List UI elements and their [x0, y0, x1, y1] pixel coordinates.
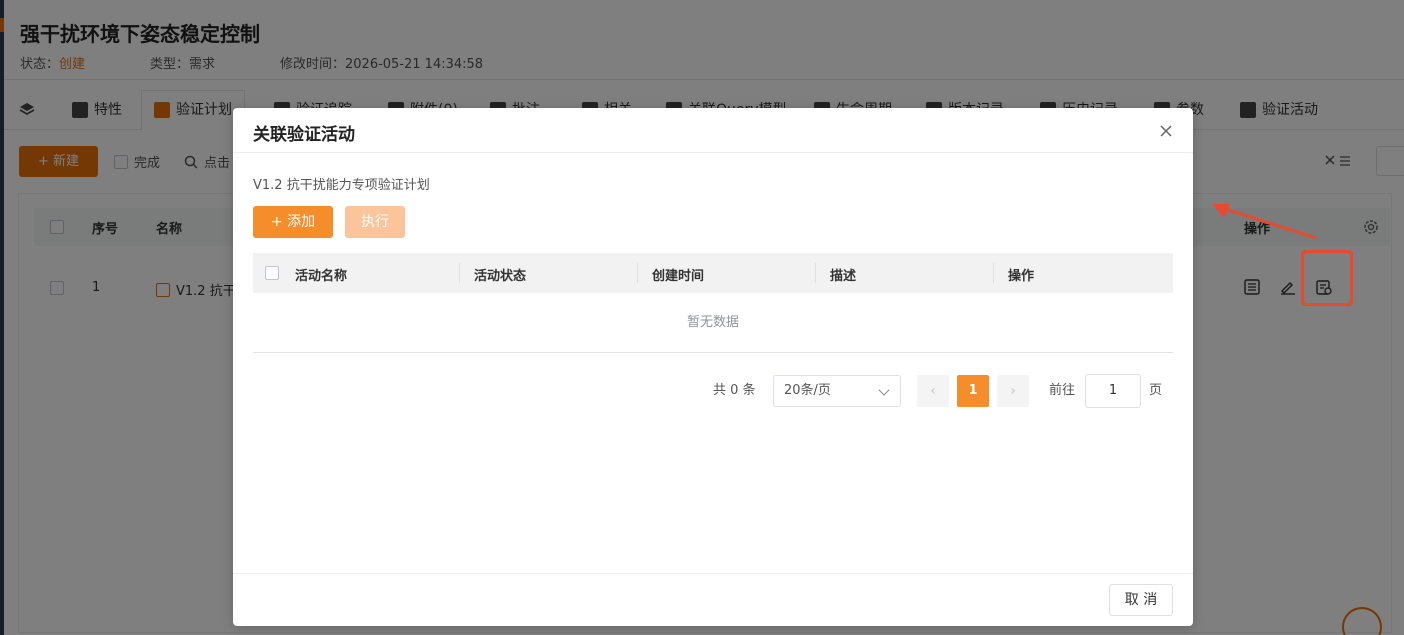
plan-name: V1.2 抗干扰能力专项验证计划 — [253, 178, 430, 193]
activity-table-header: 活动名称 活动状态 创建时间 描述 操作 — [253, 253, 1173, 293]
annotation-arrow-icon — [1212, 204, 1317, 240]
col-activity-name: 活动名称 — [295, 269, 348, 284]
goto-page-input[interactable]: 1 — [1085, 374, 1141, 408]
footer-divider — [233, 573, 1193, 574]
dialog-title: 关联验证活动 — [253, 125, 355, 145]
col-activity-status: 活动状态 — [474, 269, 527, 284]
activity-select-all-checkbox[interactable] — [265, 266, 279, 280]
pager-total: 共 0 条 — [713, 383, 756, 398]
current-page-button[interactable]: 1 — [957, 375, 989, 407]
cancel-button[interactable]: 取 消 — [1109, 584, 1173, 616]
col-operations: 操作 — [1008, 269, 1035, 284]
execute-button[interactable]: 执行 — [345, 206, 405, 238]
next-page-button[interactable]: › — [997, 375, 1029, 407]
page-size-select[interactable]: 20条/页 — [773, 375, 901, 407]
empty-state: 暂无数据 — [253, 293, 1173, 353]
add-button[interactable]: + 添加 — [253, 206, 333, 238]
col-created-time: 创建时间 — [652, 269, 705, 284]
prev-page-button[interactable]: ‹ — [917, 375, 949, 407]
page-unit-label: 页 — [1149, 383, 1163, 398]
close-icon[interactable] — [1159, 124, 1173, 138]
goto-label: 前往 — [1049, 383, 1076, 398]
chevron-down-icon — [878, 384, 890, 396]
dialog-divider — [233, 152, 1193, 153]
col-description: 描述 — [830, 269, 857, 284]
link-activity-dialog: 关联验证活动 V1.2 抗干扰能力专项验证计划 + 添加 执行 活动名称 活动状… — [233, 108, 1193, 626]
annotation-highlight-box-top — [1301, 250, 1353, 306]
